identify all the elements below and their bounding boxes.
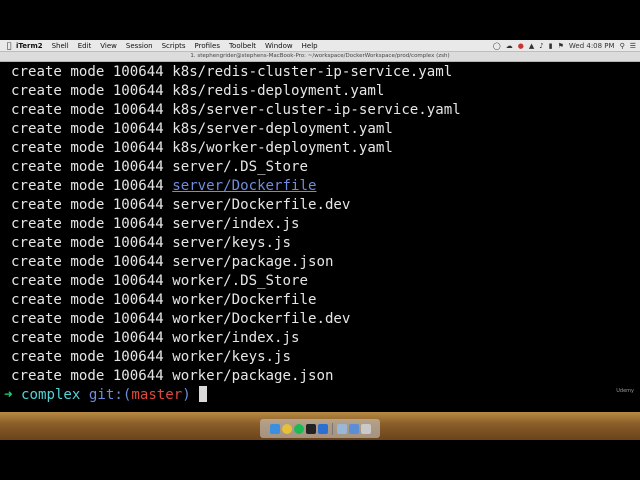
file-path: worker/index.js [172,330,300,346]
prompt-branch: master [131,387,183,403]
file-path: k8s/worker-deployment.yaml [172,140,393,156]
text-cursor[interactable] [199,386,208,402]
line-prefix: create mode 100644 [11,102,173,118]
output-line: create mode 100644 server/index.js [11,215,300,233]
output-line: create mode 100644 worker/package.json [11,367,333,385]
finder-icon[interactable] [269,423,280,434]
menu-bar:  iTerm2 Shell Edit View Session Scripts… [0,40,640,52]
output-line: create mode 100644 worker/index.js [11,329,300,347]
file-path: k8s/server-cluster-ip-service.yaml [172,102,461,118]
prompt-line[interactable]: ➜ complex git:(master) [4,386,208,404]
line-prefix: create mode 100644 [11,64,173,80]
menu-item-window[interactable]: Window [265,42,293,50]
dock-separator [331,422,333,435]
file-path: server/keys.js [172,235,292,251]
line-prefix: create mode 100644 [11,178,173,194]
prompt-git-close: ) [182,387,191,403]
output-line: create mode 100644 k8s/server-cluster-ip… [11,101,461,119]
line-prefix: create mode 100644 [11,121,173,137]
prompt-git-label: git:( [88,387,132,403]
output-line: create mode 100644 server/Dockerfile [11,177,316,195]
letterbox-bottom [0,440,640,480]
output-line: create mode 100644 server/package.json [11,253,333,271]
file-path: server/.DS_Store [172,159,308,175]
file-path: server/Dockerfile.dev [172,197,351,213]
cloud-icon[interactable]: ☁ [506,42,513,50]
file-path: k8s/redis-cluster-ip-service.yaml [172,64,453,80]
line-prefix: create mode 100644 [11,330,173,346]
record-icon[interactable]: ● [518,42,524,50]
menu-item-help[interactable]: Help [302,42,318,50]
line-prefix: create mode 100644 [11,83,173,99]
terminal-icon[interactable] [305,423,316,434]
line-prefix: create mode 100644 [11,349,173,365]
file-path: k8s/redis-deployment.yaml [172,83,385,99]
xcode-icon[interactable] [317,423,328,434]
file-path: worker/Dockerfile.dev [172,311,351,327]
line-prefix: create mode 100644 [11,140,173,156]
file-path: worker/.DS_Store [172,273,308,289]
line-prefix: create mode 100644 [11,159,173,175]
line-prefix: create mode 100644 [11,368,173,384]
status-area: ◯ ☁ ● ▲ ♪ ▮ ⚑ Wed 4:08 PM ⚲ ☰ [493,40,636,51]
output-line: create mode 100644 server/.DS_Store [11,158,308,176]
apple-icon[interactable]:  [2,41,16,50]
menu-item-session[interactable]: Session [126,42,153,50]
output-line: create mode 100644 worker/Dockerfile [11,291,316,309]
chrome-icon[interactable] [281,423,292,434]
file-path-link[interactable]: server/Dockerfile [172,178,316,194]
battery-icon[interactable]: ▮ [549,42,553,50]
clock[interactable]: Wed 4:08 PM [569,42,615,50]
file-path: worker/package.json [172,368,334,384]
menu-item-scripts[interactable]: Scripts [162,42,186,50]
output-line: create mode 100644 worker/.DS_Store [11,272,308,290]
trash-icon[interactable] [360,423,371,434]
output-line: create mode 100644 k8s/server-deployment… [11,120,393,138]
wifi-icon[interactable]: ▲ [529,42,534,50]
menu-item-view[interactable]: View [100,42,117,50]
output-line: create mode 100644 server/keys.js [11,234,291,252]
output-line: create mode 100644 server/Dockerfile.dev [11,196,350,214]
file-path: worker/keys.js [172,349,292,365]
menu-item-edit[interactable]: Edit [78,42,92,50]
flag-icon[interactable]: ⚑ [558,42,564,50]
line-prefix: create mode 100644 [11,254,173,270]
downloads-icon[interactable] [348,423,359,434]
window-title: 1. stephengrider@stephens-MacBook-Pro: ~… [0,52,640,62]
udemy-watermark: Udemy [616,388,634,394]
volume-icon[interactable]: ♪ [539,42,543,50]
prompt-arrow-icon: ➜ [4,387,13,403]
prompt-directory: complex [21,387,81,403]
line-prefix: create mode 100644 [11,216,173,232]
output-line: create mode 100644 k8s/worker-deployment… [11,139,393,157]
line-prefix: create mode 100644 [11,311,173,327]
terminal-output[interactable]: create mode 100644 k8s/redis-cluster-ip-… [0,62,640,412]
letterbox-top [0,0,640,40]
file-path: k8s/server-deployment.yaml [172,121,393,137]
output-line: create mode 100644 k8s/redis-deployment.… [11,82,384,100]
dock [260,419,380,438]
file-path: server/package.json [172,254,334,270]
menu-app-name[interactable]: iTerm2 [16,42,43,50]
output-line: create mode 100644 worker/Dockerfile.dev [11,310,350,328]
line-prefix: create mode 100644 [11,292,173,308]
spotify-icon[interactable] [293,423,304,434]
output-line: create mode 100644 worker/keys.js [11,348,291,366]
menu-item-shell[interactable]: Shell [52,42,69,50]
line-prefix: create mode 100644 [11,235,173,251]
output-line: create mode 100644 k8s/redis-cluster-ip-… [11,63,452,81]
line-prefix: create mode 100644 [11,197,173,213]
notification-center-icon[interactable]: ☰ [630,42,636,50]
file-path: server/index.js [172,216,300,232]
line-prefix: create mode 100644 [11,273,173,289]
menu-item-profiles[interactable]: Profiles [195,42,220,50]
spotlight-icon[interactable]: ⚲ [620,42,625,50]
menu-item-toolbelt[interactable]: Toolbelt [229,42,256,50]
preview-icon[interactable] [336,423,347,434]
glasses-icon[interactable]: ◯ [493,42,501,50]
file-path: worker/Dockerfile [172,292,317,308]
